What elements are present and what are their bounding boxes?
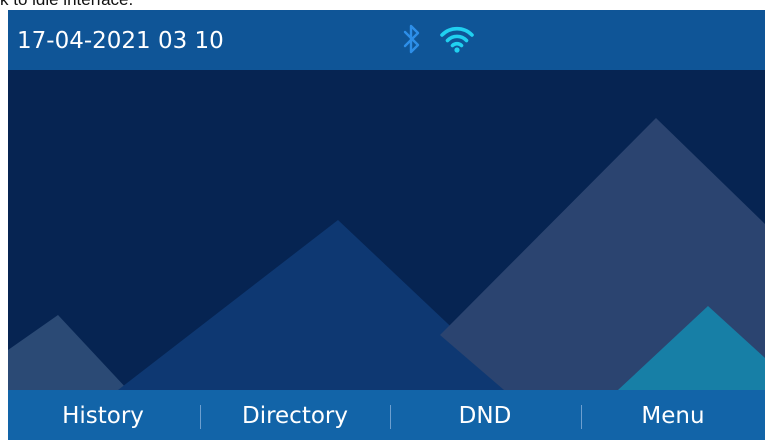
wifi-icon — [440, 26, 474, 53]
bluetooth-icon — [403, 24, 420, 54]
wallpaper — [8, 70, 765, 390]
caption-text: k to idle interface. — [0, 0, 133, 9]
status-bar: 17-04-2021 03 10 — [8, 10, 765, 70]
softkey-history[interactable]: History — [8, 390, 198, 440]
phone-screen: 17-04-2021 03 10 History Directory DND M… — [8, 10, 765, 440]
date-time: 17-04-2021 03 10 — [17, 28, 224, 54]
softkey-bar: History Directory DND Menu — [8, 390, 765, 440]
softkey-directory[interactable]: Directory — [200, 390, 390, 440]
softkey-dnd[interactable]: DND — [390, 390, 580, 440]
softkey-menu[interactable]: Menu — [581, 390, 765, 440]
